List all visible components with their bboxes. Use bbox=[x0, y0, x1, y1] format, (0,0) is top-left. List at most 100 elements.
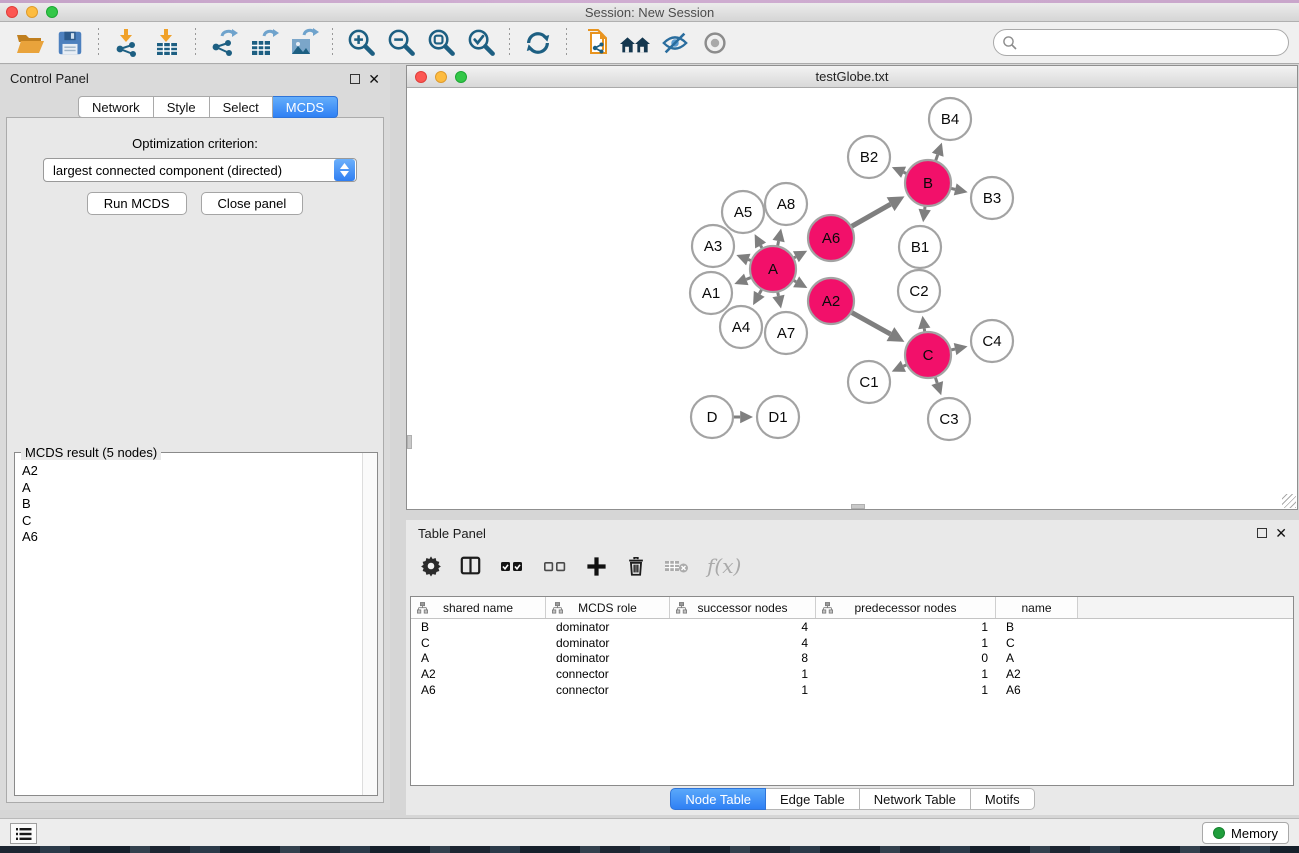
arrowhead-icon bbox=[954, 343, 968, 355]
table-cell: B bbox=[411, 620, 546, 634]
arrowhead-icon bbox=[954, 183, 968, 195]
float-panel-icon[interactable] bbox=[350, 74, 360, 84]
close-network-window-button[interactable] bbox=[415, 71, 427, 83]
column-header-name[interactable]: name bbox=[996, 597, 1078, 618]
tab-motifs[interactable]: Motifs bbox=[971, 788, 1035, 810]
node-label: C bbox=[923, 347, 934, 364]
table-toolbar: f(x) bbox=[406, 546, 1299, 586]
close-table-panel-icon[interactable]: ✕ bbox=[1275, 528, 1287, 538]
table-cell: B bbox=[996, 620, 1078, 634]
tab-node-table[interactable]: Node Table bbox=[670, 788, 766, 810]
network-graph[interactable]: B4B2BB3A5A8A6B1A3AC2A1A2A4A7C4CC1DD1C3 bbox=[407, 88, 1297, 509]
select-all-button[interactable] bbox=[499, 555, 525, 577]
criterion-dropdown[interactable]: largest connected component (directed) bbox=[43, 158, 357, 182]
table-cell: A6 bbox=[411, 683, 546, 697]
column-header-successor-nodes[interactable]: successor nodes bbox=[670, 597, 816, 618]
export-network-button[interactable] bbox=[206, 26, 242, 60]
node-table: shared nameMCDS rolesuccessor nodesprede… bbox=[410, 596, 1294, 786]
tab-mcds[interactable]: MCDS bbox=[273, 96, 338, 118]
zoom-window-button[interactable] bbox=[46, 6, 58, 18]
search-field[interactable] bbox=[993, 29, 1289, 56]
table-row[interactable]: A6connector11A6 bbox=[411, 682, 1293, 698]
node-label: B4 bbox=[941, 111, 959, 128]
float-table-panel-icon[interactable] bbox=[1257, 528, 1267, 538]
gear-icon bbox=[420, 555, 442, 577]
table-row[interactable]: A2connector11A2 bbox=[411, 666, 1293, 682]
close-window-button[interactable] bbox=[6, 6, 18, 18]
zoom-in-button[interactable] bbox=[343, 26, 379, 60]
save-session-button[interactable] bbox=[52, 26, 88, 60]
result-item[interactable]: B bbox=[22, 496, 362, 513]
tab-network[interactable]: Network bbox=[78, 96, 154, 118]
horizontal-scroll-nub[interactable] bbox=[851, 504, 865, 509]
node-label: B3 bbox=[983, 190, 1001, 207]
result-item[interactable]: A2 bbox=[22, 463, 362, 480]
zoom-network-window-button[interactable] bbox=[455, 71, 467, 83]
task-history-button[interactable] bbox=[10, 823, 37, 844]
network-view-window: testGlobe.txt B4B2BB3A5A8A6B1A3AC2A1A2A4… bbox=[406, 65, 1298, 510]
result-item[interactable]: A bbox=[22, 480, 362, 497]
export-image-icon bbox=[288, 27, 320, 59]
criterion-dropdown-value: largest connected component (directed) bbox=[44, 163, 334, 178]
arrowhead-icon bbox=[918, 316, 930, 330]
run-mcds-button[interactable]: Run MCDS bbox=[87, 192, 187, 215]
minimize-network-window-button[interactable] bbox=[435, 71, 447, 83]
tab-select[interactable]: Select bbox=[210, 96, 273, 118]
status-bar: Memory bbox=[0, 818, 1299, 846]
zoom-out-button[interactable] bbox=[383, 26, 419, 60]
table-cell: dominator bbox=[546, 636, 670, 650]
tab-network-table[interactable]: Network Table bbox=[860, 788, 971, 810]
export-image-button[interactable] bbox=[286, 26, 322, 60]
memory-button[interactable]: Memory bbox=[1202, 822, 1289, 844]
import-network-button[interactable] bbox=[109, 26, 145, 60]
result-item[interactable]: A6 bbox=[22, 529, 362, 546]
vertical-scroll-nub[interactable] bbox=[407, 435, 412, 449]
control-panel-title: Control Panel bbox=[10, 71, 350, 86]
close-panel-icon[interactable]: ✕ bbox=[368, 74, 380, 84]
export-table-button[interactable] bbox=[246, 26, 282, 60]
table-settings-button[interactable] bbox=[420, 555, 442, 577]
result-item[interactable]: C bbox=[22, 513, 362, 530]
table-row[interactable]: Bdominator41B bbox=[411, 619, 1293, 635]
show-hide-graphics-button[interactable] bbox=[657, 26, 693, 60]
split-table-icon bbox=[459, 555, 482, 577]
table-cell: A2 bbox=[411, 667, 546, 681]
tab-edge-table[interactable]: Edge Table bbox=[766, 788, 860, 810]
table-panel-tabs: Node TableEdge TableNetwork TableMotifs bbox=[406, 788, 1299, 810]
gray-eye-icon bbox=[700, 28, 730, 58]
tab-style[interactable]: Style bbox=[154, 96, 210, 118]
resize-grip-icon[interactable] bbox=[1282, 494, 1296, 508]
delete-column-button[interactable] bbox=[625, 555, 647, 578]
toolbar-separator bbox=[332, 28, 333, 58]
refresh-button[interactable] bbox=[520, 26, 556, 60]
open-session-button[interactable] bbox=[12, 26, 48, 60]
import-table-button[interactable] bbox=[149, 26, 185, 60]
preview-button[interactable] bbox=[697, 26, 733, 60]
column-header-predecessor-nodes[interactable]: predecessor nodes bbox=[816, 597, 996, 618]
zoom-fit-button[interactable] bbox=[423, 26, 459, 60]
delete-table-button[interactable] bbox=[664, 556, 690, 576]
network-canvas[interactable]: B4B2BB3A5A8A6B1A3AC2A1A2A4A7C4CC1DD1C3 bbox=[407, 88, 1297, 509]
edge-A6-B[interactable] bbox=[849, 204, 890, 227]
deselect-all-button[interactable] bbox=[542, 555, 568, 577]
node-label: C3 bbox=[939, 411, 958, 428]
split-panel-button[interactable] bbox=[459, 555, 482, 577]
refresh-icon bbox=[523, 28, 553, 58]
add-column-button[interactable] bbox=[585, 555, 608, 578]
shared-column-icon bbox=[676, 602, 687, 614]
new-network-from-selection-button[interactable] bbox=[577, 26, 613, 60]
function-builder-button[interactable]: f(x) bbox=[707, 554, 741, 578]
zoom-selected-button[interactable] bbox=[463, 26, 499, 60]
result-scrollbar[interactable] bbox=[362, 453, 377, 795]
first-neighbors-button[interactable] bbox=[617, 26, 653, 60]
column-header-MCDS-role[interactable]: MCDS role bbox=[546, 597, 670, 618]
arrowhead-icon bbox=[919, 209, 931, 222]
table-row[interactable]: Adominator80A bbox=[411, 651, 1293, 667]
edge-A2-C[interactable] bbox=[849, 311, 890, 334]
column-header-shared-name[interactable]: shared name bbox=[411, 597, 546, 618]
search-input[interactable] bbox=[1018, 30, 1288, 55]
table-row[interactable]: Cdominator41C bbox=[411, 635, 1293, 651]
desktop-background-bottom bbox=[0, 846, 1299, 853]
close-panel-button[interactable]: Close panel bbox=[201, 192, 304, 215]
minimize-window-button[interactable] bbox=[26, 6, 38, 18]
